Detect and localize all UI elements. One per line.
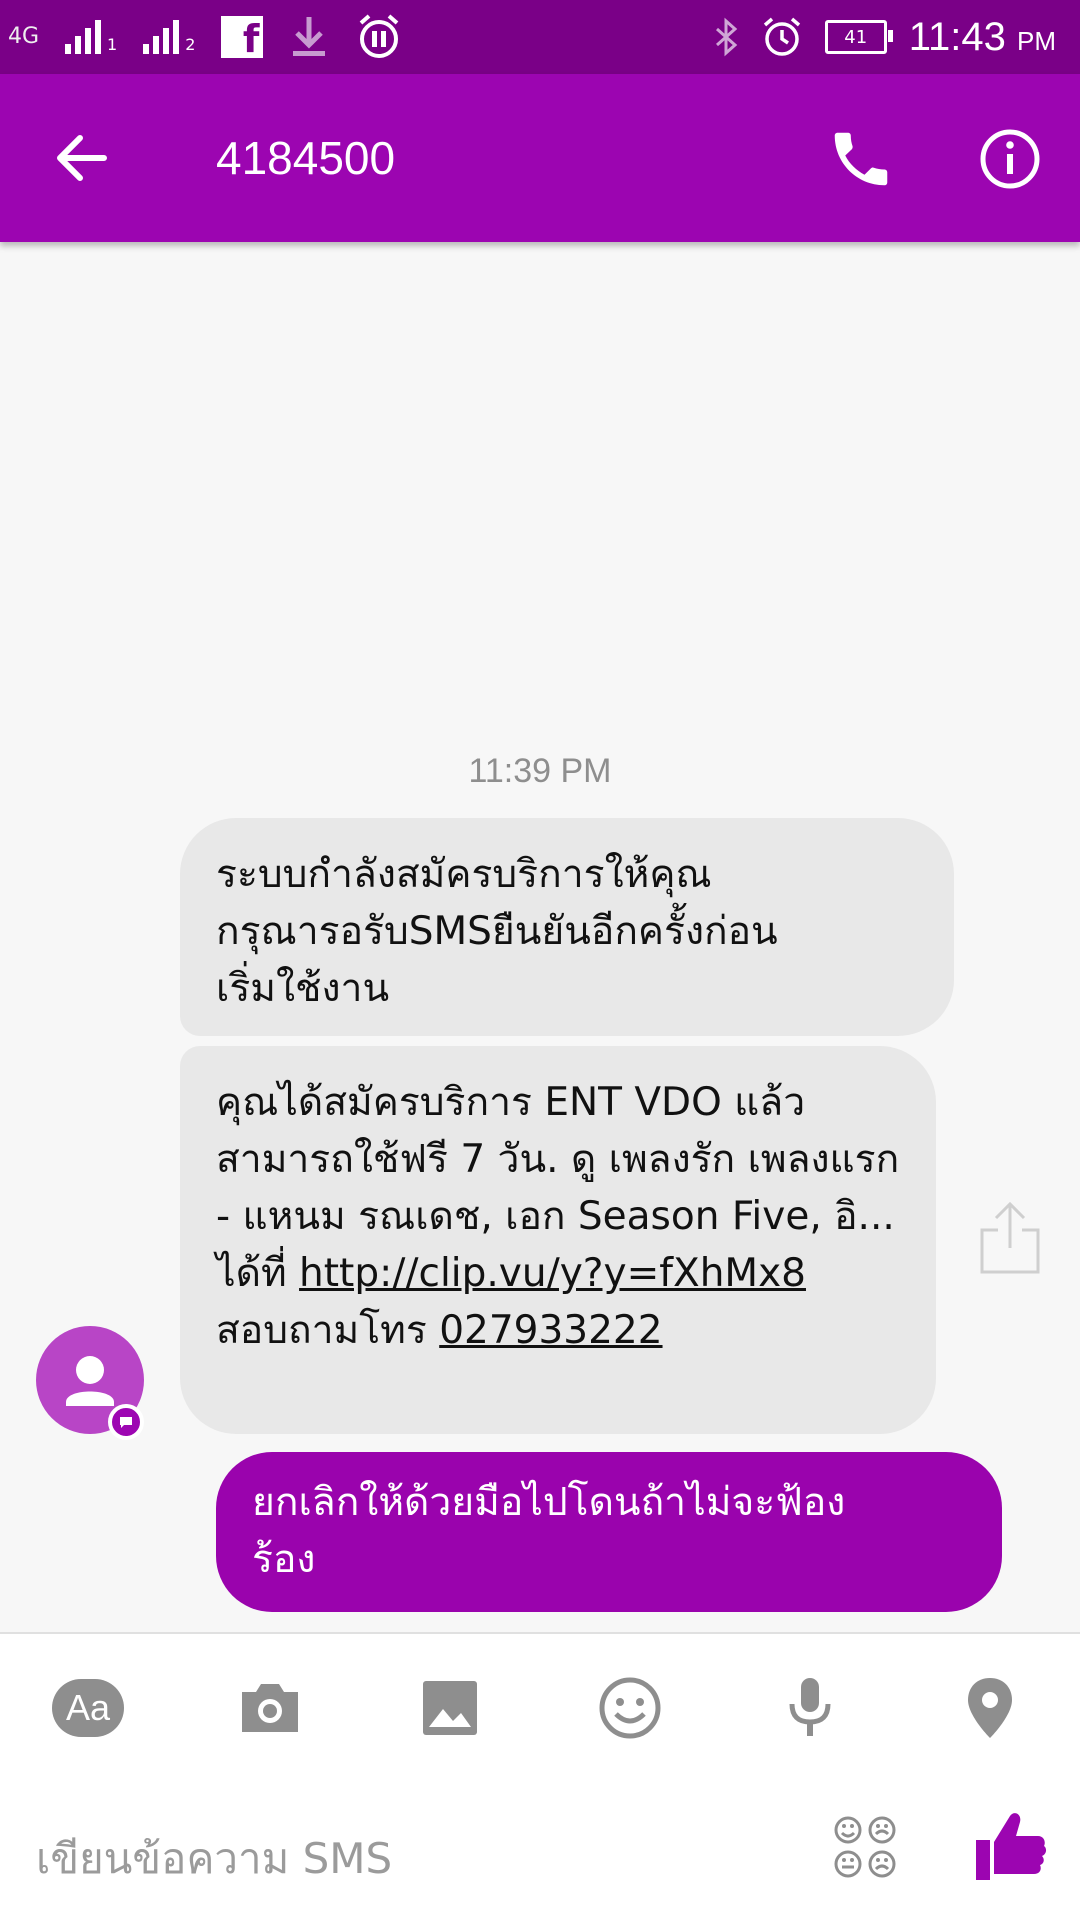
mic-icon xyxy=(789,1678,831,1736)
message-input[interactable]: เขียนข้อความ SMS xyxy=(36,1826,392,1892)
bluetooth-icon xyxy=(715,17,737,57)
signal-sim2-icon: 2 xyxy=(143,20,195,54)
sim2-label: 2 xyxy=(185,35,196,54)
message-2-phone-link[interactable]: 027933222 xyxy=(439,1308,662,1353)
battery-icon: 41 xyxy=(824,20,893,54)
image-icon xyxy=(423,1681,477,1735)
phone-icon[interactable] xyxy=(826,124,896,194)
info-icon[interactable] xyxy=(975,124,1045,194)
thumbs-up-icon[interactable] xyxy=(970,1806,1050,1886)
status-bar: 4G 1 2 f 41 11:43 PM xyxy=(0,0,1080,74)
sticker-grid-icon[interactable] xyxy=(832,1814,898,1880)
contact-avatar[interactable] xyxy=(36,1326,144,1440)
incoming-message-1[interactable]: ระบบกำลังสมัครบริการให้คุณ กรุณารอรับSMS… xyxy=(180,818,954,1036)
alarm-paused-icon xyxy=(360,14,399,58)
gallery-button[interactable] xyxy=(414,1672,486,1744)
alarm-icon xyxy=(763,17,800,56)
share-icon[interactable] xyxy=(978,1200,1042,1276)
message-2-link[interactable]: http://clip.vu/y?y=fXhMx8 xyxy=(299,1251,806,1296)
back-arrow-icon[interactable] xyxy=(50,126,114,190)
message-timestamp: 11:39 PM xyxy=(468,752,612,790)
app-bar: 4184500 xyxy=(0,74,1080,242)
network-type: 4G xyxy=(8,24,40,49)
text-format-button[interactable]: Aa xyxy=(52,1672,124,1744)
sms-badge-icon xyxy=(108,1404,144,1440)
location-icon xyxy=(968,1678,1012,1738)
sim1-label: 1 xyxy=(107,35,118,54)
composer: Aa เขียนข้อความ SMS xyxy=(0,1632,1080,1922)
camera-button[interactable] xyxy=(234,1672,306,1744)
emoji-icon xyxy=(599,1677,661,1739)
emoji-button[interactable] xyxy=(594,1672,666,1744)
incoming-message-2[interactable]: คุณได้สมัครบริการ ENT VDO แล้ว สามารถใช้… xyxy=(180,1046,936,1434)
clock: 11:43 PM xyxy=(909,15,1056,60)
message-2-mid: สอบถามโทร xyxy=(216,1308,440,1353)
camera-icon xyxy=(242,1684,298,1732)
facebook-icon: f xyxy=(221,16,264,58)
aa-label: Aa xyxy=(52,1679,124,1737)
status-right: 41 11:43 PM xyxy=(713,0,1056,74)
location-button[interactable] xyxy=(954,1672,1026,1744)
download-icon xyxy=(293,17,326,56)
status-left: 4G 1 2 f xyxy=(8,0,403,74)
contact-title: 4184500 xyxy=(216,132,396,184)
clock-ampm: PM xyxy=(1017,25,1056,56)
clock-time: 11:43 xyxy=(908,14,1006,59)
outgoing-message-1[interactable]: ยกเลิกให้ด้วยมือไปโดนถ้าไม่จะฟ้อง ร้อง xyxy=(216,1452,1002,1612)
microphone-button[interactable] xyxy=(774,1672,846,1744)
signal-sim1-icon: 1 xyxy=(65,20,117,54)
